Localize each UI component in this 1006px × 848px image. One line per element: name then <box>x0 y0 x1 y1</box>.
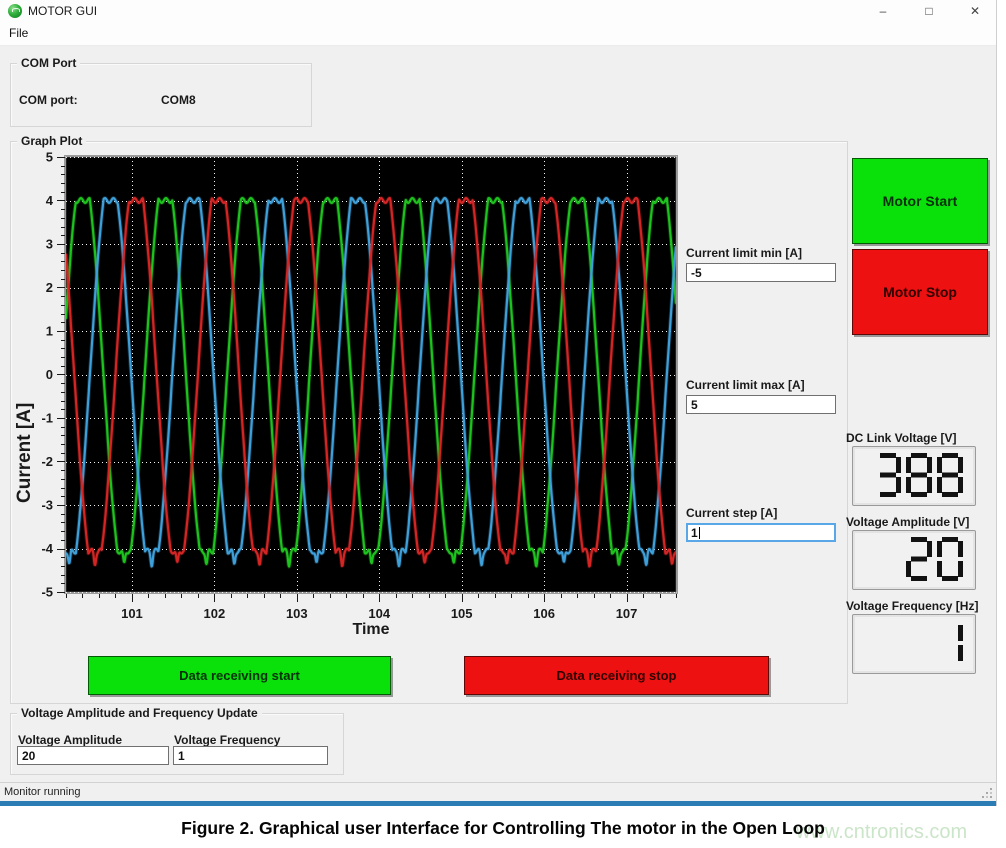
motor-stop-button[interactable]: Motor Stop <box>852 249 988 335</box>
com-port-value: COM8 <box>161 93 196 107</box>
current-step-label: Current step [A] <box>686 506 777 520</box>
com-port-group-legend: COM Port <box>17 56 80 70</box>
minimize-button[interactable]: – <box>866 0 900 22</box>
data-receiving-stop-button[interactable]: Data receiving stop <box>464 656 769 695</box>
svg-text:-4: -4 <box>41 541 53 556</box>
voltage-frequency-input-label: Voltage Frequency <box>174 733 280 747</box>
figure-caption-row: www.cntronics.com Figure 2. Graphical us… <box>0 818 1006 848</box>
close-button[interactable]: ✕ <box>958 0 992 22</box>
window-bottom-border <box>0 801 996 806</box>
screenshot-page: MOTOR GUI – □ ✕ File COM Port COM port: … <box>0 0 1006 848</box>
y-axis-label: Current [A] <box>14 323 40 583</box>
maximize-button[interactable]: □ <box>912 0 946 22</box>
svg-text:1: 1 <box>46 324 53 339</box>
status-text: Monitor running <box>4 786 80 798</box>
voltage-update-group: Voltage Amplitude and Frequency Update V… <box>10 713 344 775</box>
svg-text:0: 0 <box>46 367 53 382</box>
data-receiving-start-button[interactable]: Data receiving start <box>88 656 391 695</box>
com-port-group: COM Port COM port: COM8 <box>10 63 312 127</box>
svg-text:104: 104 <box>368 606 390 621</box>
svg-text:-2: -2 <box>41 454 53 469</box>
voltage-amplitude-input[interactable] <box>17 746 169 765</box>
status-bar: Monitor running <box>0 782 996 802</box>
svg-text:103: 103 <box>286 606 308 621</box>
voltage-frequency-input[interactable] <box>173 746 328 765</box>
text-caret <box>699 527 700 539</box>
com-port-label: COM port: <box>19 93 78 107</box>
seven-segment-digits <box>853 447 973 503</box>
svg-text:107: 107 <box>616 606 638 621</box>
svg-text:2: 2 <box>46 280 53 295</box>
svg-text:-3: -3 <box>41 498 53 513</box>
current-limit-min-input[interactable] <box>686 263 836 282</box>
seven-segment-digits <box>853 615 973 671</box>
current-limit-max-input[interactable] <box>686 395 836 414</box>
svg-text:5: 5 <box>46 150 53 165</box>
svg-text:-1: -1 <box>41 411 53 426</box>
current-waveform-chart: 5 4 3 2 1 0 -1 -2 -3 -4 -5 101 102 103 104 105 106 107 <box>40 150 690 650</box>
voltage-frequency-display <box>852 614 976 674</box>
svg-text:105: 105 <box>451 606 473 621</box>
svg-text:-5: -5 <box>41 585 53 600</box>
dc-link-voltage-label: DC Link Voltage [V] <box>846 431 956 445</box>
voltage-update-group-legend: Voltage Amplitude and Frequency Update <box>17 706 262 720</box>
resize-grip-icon[interactable] <box>990 796 992 798</box>
motor-gui-window: MOTOR GUI – □ ✕ File COM Port COM port: … <box>0 0 997 806</box>
menu-file[interactable]: File <box>0 22 37 44</box>
dc-link-voltage-display <box>852 446 976 506</box>
graph-plot-group-legend: Graph Plot <box>17 134 86 148</box>
x-axis-label: Time <box>321 621 421 639</box>
svg-text:102: 102 <box>204 606 226 621</box>
voltage-amplitude-input-label: Voltage Amplitude <box>18 733 122 747</box>
seven-segment-digits <box>853 531 973 587</box>
figure-caption: Figure 2. Graphical user Interface for C… <box>0 818 1006 839</box>
svg-text:4: 4 <box>46 193 54 208</box>
app-icon <box>8 4 22 18</box>
title-bar[interactable]: MOTOR GUI – □ ✕ <box>0 0 996 22</box>
svg-text:3: 3 <box>46 237 53 252</box>
svg-text:106: 106 <box>533 606 555 621</box>
voltage-amplitude-display-label: Voltage Amplitude [V] <box>846 515 969 529</box>
current-limit-max-label: Current limit max [A] <box>686 378 805 392</box>
motor-start-button[interactable]: Motor Start <box>852 158 988 244</box>
current-limit-min-label: Current limit min [A] <box>686 246 802 260</box>
menu-bar: File <box>0 22 996 46</box>
voltage-frequency-display-label: Voltage Frequency [Hz] <box>846 599 978 613</box>
current-step-value: 1 <box>691 526 698 540</box>
window-title: MOTOR GUI <box>28 4 97 18</box>
voltage-amplitude-display <box>852 530 976 590</box>
svg-text:101: 101 <box>121 606 143 621</box>
current-step-input[interactable]: 1 <box>686 523 836 542</box>
